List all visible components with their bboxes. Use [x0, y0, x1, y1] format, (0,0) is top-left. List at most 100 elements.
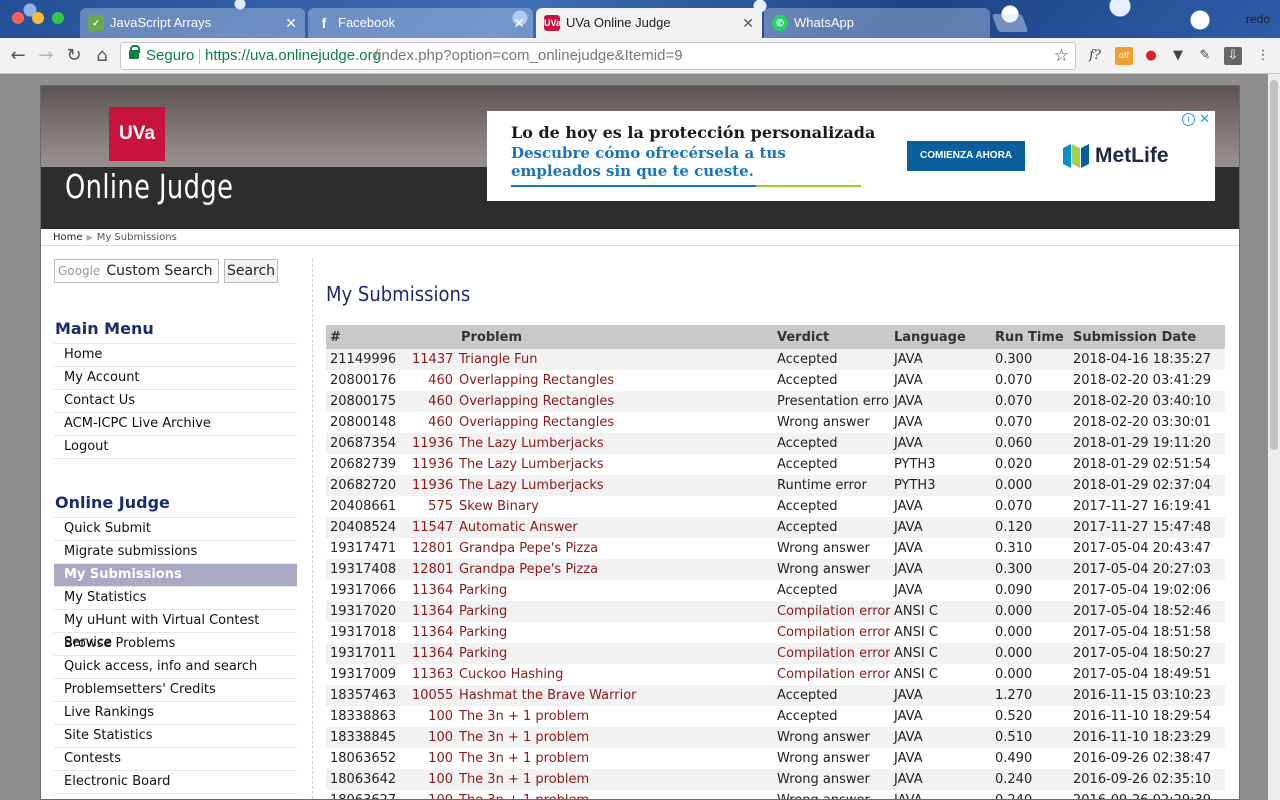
cell-problem-id[interactable]: 460: [408, 370, 457, 391]
sidebar-item-my-statistics[interactable]: My Statistics: [54, 587, 297, 610]
cell-problem-name[interactable]: Grandpa Pepe's Pizza: [457, 559, 773, 580]
scrollbar-thumb[interactable]: [1270, 80, 1278, 450]
sidebar-item-migrate-submissions[interactable]: Migrate submissions: [54, 541, 297, 564]
advertisement-banner[interactable]: Lo de hoy es la protección personalizada…: [487, 111, 1215, 201]
home-icon[interactable]: ⌂: [90, 44, 114, 68]
stop-extension-icon[interactable]: ●: [1142, 47, 1160, 65]
cell-problem-id[interactable]: 100: [408, 769, 457, 790]
cell-problem-id[interactable]: 11364: [408, 580, 457, 601]
close-icon[interactable]: ✕: [742, 8, 754, 38]
ad-cta-button[interactable]: COMIENZA AHORA: [907, 141, 1025, 171]
ad-close-icon[interactable]: ✕: [1199, 111, 1210, 127]
close-icon[interactable]: ✕: [513, 8, 525, 38]
cell-problem-name[interactable]: Parking: [457, 622, 773, 643]
cell-problem-id[interactable]: 11364: [408, 643, 457, 664]
sidebar-item-problemsetters-credits[interactable]: Problemsetters' Credits: [54, 679, 297, 702]
cell-problem-name[interactable]: Triangle Fun: [457, 349, 773, 370]
cell-problem-id[interactable]: 12801: [408, 538, 457, 559]
download-extension-icon[interactable]: ⇩: [1224, 47, 1242, 65]
cell-problem-name[interactable]: Grandpa Pepe's Pizza: [457, 538, 773, 559]
cell-problem-id[interactable]: 100: [408, 727, 457, 748]
sidebar-item-electronic-board[interactable]: Electronic Board: [54, 771, 297, 794]
cell-problem-id[interactable]: 100: [408, 706, 457, 727]
search-button[interactable]: Search: [224, 259, 278, 283]
cell-problem-id[interactable]: 11547: [408, 517, 457, 538]
cell-submission-date: 2017-05-04 20:43:47: [1069, 538, 1225, 559]
cell-problem-name[interactable]: Overlapping Rectangles: [457, 391, 773, 412]
sidebar-item-my-account[interactable]: My Account: [54, 367, 297, 390]
cell-run-time: 0.070: [991, 412, 1069, 433]
sidebar-item-contact-us[interactable]: Contact Us: [54, 390, 297, 413]
sidebar-item-site-statistics[interactable]: Site Statistics: [54, 725, 297, 748]
cell-problem-name[interactable]: The 3n + 1 problem: [457, 727, 773, 748]
cell-problem-name[interactable]: Parking: [457, 580, 773, 601]
profile-button[interactable]: redo: [1246, 12, 1270, 26]
cell-problem-name[interactable]: The 3n + 1 problem: [457, 769, 773, 790]
window-zoom-button[interactable]: [52, 12, 64, 24]
sidebar-item-quick-submit[interactable]: Quick Submit: [54, 518, 297, 541]
menu-dots-icon[interactable]: ⋮: [1254, 47, 1272, 65]
cell-problem-id[interactable]: 11936: [408, 454, 457, 475]
cell-problem-name[interactable]: Parking: [457, 601, 773, 622]
page-scrollbar[interactable]: [1268, 74, 1280, 800]
sidebar-item-contests[interactable]: Contests: [54, 748, 297, 771]
cell-problem-id[interactable]: 575: [408, 496, 457, 517]
tab-javascript-arrays[interactable]: ✓ JavaScript Arrays ✕: [80, 8, 305, 38]
tab-facebook[interactable]: f Facebook ✕: [308, 8, 533, 38]
cell-problem-name[interactable]: The 3n + 1 problem: [457, 748, 773, 769]
breadcrumb-home-link[interactable]: Home: [53, 232, 83, 243]
close-icon[interactable]: ✕: [285, 8, 297, 38]
function-extension-icon[interactable]: f?: [1086, 47, 1104, 65]
sidebar-item-my-submissions[interactable]: My Submissions: [54, 564, 297, 587]
window-minimize-button[interactable]: [32, 12, 44, 24]
sidebar-item-uhunt[interactable]: My uHunt with Virtual Contest Service: [54, 610, 297, 650]
cell-problem-name[interactable]: Skew Binary: [457, 496, 773, 517]
back-arrow-icon[interactable]: ←: [6, 44, 30, 68]
tab-whatsapp[interactable]: ✆ WhatsApp: [764, 8, 990, 38]
cell-problem-name[interactable]: The 3n + 1 problem: [457, 790, 773, 799]
cell-problem-id[interactable]: 11363: [408, 664, 457, 685]
sidebar-item-quick-access[interactable]: Quick access, info and search: [54, 656, 297, 679]
cell-problem-id[interactable]: 100: [408, 790, 457, 799]
pen-extension-icon[interactable]: ✎: [1196, 47, 1214, 65]
forward-arrow-icon[interactable]: →: [34, 44, 58, 68]
cell-problem-id[interactable]: 11364: [408, 601, 457, 622]
cell-problem-id[interactable]: 11364: [408, 622, 457, 643]
cell-problem-name[interactable]: The Lazy Lumberjacks: [457, 433, 773, 454]
cell-problem-name[interactable]: Overlapping Rectangles: [457, 370, 773, 391]
cell-problem-name[interactable]: Hashmat the Brave Warrior: [457, 685, 773, 706]
cell-problem-name[interactable]: The 3n + 1 problem: [457, 706, 773, 727]
new-tab-button[interactable]: [991, 14, 1029, 32]
cell-problem-name[interactable]: The Lazy Lumberjacks: [457, 475, 773, 496]
sidebar-item-live-rankings[interactable]: Live Rankings: [54, 702, 297, 725]
cell-problem-name[interactable]: Overlapping Rectangles: [457, 412, 773, 433]
cell-problem-id[interactable]: 460: [408, 412, 457, 433]
cell-problem-name[interactable]: Cuckoo Hashing: [457, 664, 773, 685]
bookmark-star-icon[interactable]: ☆: [1054, 43, 1069, 69]
cell-problem-name[interactable]: Automatic Answer: [457, 517, 773, 538]
window-close-button[interactable]: [12, 12, 24, 24]
sidebar-item-logout[interactable]: Logout: [54, 436, 297, 459]
search-input[interactable]: Google Custom Search: [54, 259, 219, 283]
cell-problem-id[interactable]: 10055: [408, 685, 457, 706]
address-bar[interactable]: Seguro https://uva.onlinejudge.org /inde…: [120, 42, 1076, 70]
ad-info-icon[interactable]: i: [1182, 113, 1195, 126]
reload-icon[interactable]: ↻: [62, 44, 86, 68]
cell-problem-id[interactable]: 12801: [408, 559, 457, 580]
sidebar-item-browse-problems[interactable]: Browse Problems: [54, 633, 297, 656]
cell-problem-id[interactable]: 11437: [408, 349, 457, 370]
cell-problem-id[interactable]: 11936: [408, 475, 457, 496]
cell-problem-name[interactable]: The Lazy Lumberjacks: [457, 454, 773, 475]
cell-submission-id: 20682720: [326, 475, 408, 496]
off-extension-icon[interactable]: off: [1115, 47, 1133, 65]
sidebar-item-home[interactable]: Home: [54, 344, 297, 367]
cell-problem-id[interactable]: 11936: [408, 433, 457, 454]
vimeo-extension-icon[interactable]: ▼: [1169, 47, 1187, 65]
cell-problem-id[interactable]: 460: [408, 391, 457, 412]
tab-uva-online-judge[interactable]: UVa UVa Online Judge ✕: [536, 8, 762, 38]
cell-problem-name[interactable]: Parking: [457, 643, 773, 664]
sidebar-item-acm-icpc[interactable]: ACM-ICPC Live Archive: [54, 413, 297, 436]
uva-logo[interactable]: UVa: [109, 107, 165, 161]
cell-problem-id[interactable]: 100: [408, 748, 457, 769]
cell-submission-date: 2018-02-20 03:41:29: [1069, 370, 1225, 391]
